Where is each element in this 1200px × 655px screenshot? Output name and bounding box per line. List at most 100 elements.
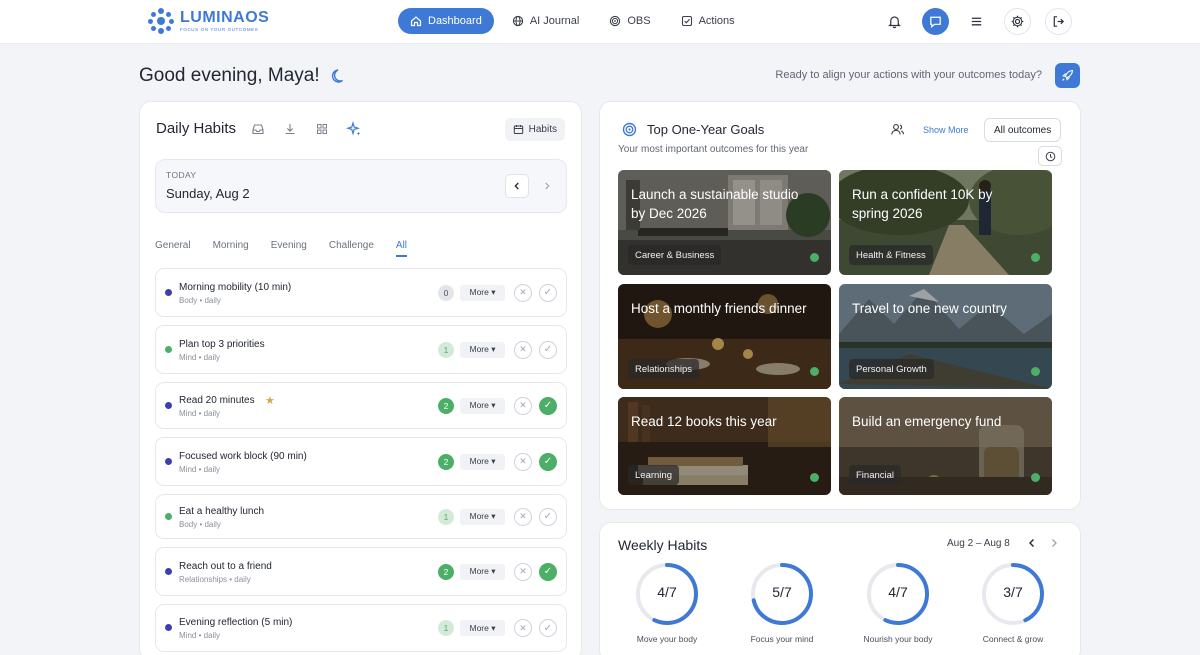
skip-habit-button[interactable]: ✕ — [514, 507, 532, 526]
skip-habit-button[interactable]: ✕ — [514, 396, 532, 415]
inbox-icon[interactable] — [250, 121, 266, 137]
menu-button[interactable] — [963, 8, 990, 35]
complete-habit-button[interactable]: ✓ — [539, 396, 557, 415]
habit-category-dot — [165, 401, 172, 409]
habit-title: Eat a healthy lunch — [179, 506, 265, 517]
ring-value: 4/7 — [888, 584, 908, 600]
skip-habit-button[interactable]: ✕ — [514, 283, 532, 302]
habit-row[interactable]: Focused work block (90 min) Mind • daily 2… — [155, 437, 567, 486]
habit-more-button[interactable]: More ▾ — [460, 397, 505, 414]
week-range: Aug 2 – Aug 8 — [947, 538, 1010, 549]
habit-more-button[interactable]: More ▾ — [460, 453, 505, 470]
habit-row[interactable]: Morning mobility (10 min) Body • daily 0 Mo… — [155, 268, 567, 317]
habit-row[interactable]: Reach out to a friend Relationships • dai… — [155, 547, 567, 596]
people-icon[interactable] — [890, 122, 905, 142]
habit-more-button[interactable]: More ▾ — [460, 341, 505, 358]
skip-habit-button[interactable]: ✕ — [514, 452, 532, 471]
habit-more-button[interactable]: More ▾ — [460, 620, 505, 636]
brand-logo[interactable]: LUMINAOS FOCUS ON YOUR OUTCOMES — [148, 8, 269, 34]
goal-card[interactable]: Read 12 books this year Learning — [618, 397, 831, 495]
habit-category-dot — [165, 512, 172, 520]
ring-value: 3/7 — [1003, 584, 1023, 600]
star-icon[interactable]: ★ — [265, 394, 275, 407]
habit-row[interactable]: Evening reflection (5 min) Mind • daily 1 M… — [155, 604, 567, 652]
weekly-habit-ring: 4/7 Move your body — [617, 561, 717, 644]
habit-list: Morning mobility (10 min) Body • daily 0 Mo… — [155, 268, 567, 652]
goal-card[interactable]: Run a confident 10K by spring 2026 Health… — [839, 170, 1052, 275]
close-icon: ✕ — [519, 622, 527, 633]
sparkles-icon[interactable] — [346, 120, 362, 137]
nav-obs[interactable]: OBS — [597, 8, 662, 34]
skip-habit-button[interactable]: ✕ — [514, 340, 532, 359]
habit-meta: Mind • daily — [179, 631, 221, 640]
nav-ai-journal-label: AI Journal — [529, 15, 580, 27]
habit-row[interactable]: Read 20 minutes ★ Mind • daily 2 More ▾ ✕ ✓ — [155, 382, 567, 429]
skip-habit-button[interactable]: ✕ — [514, 562, 532, 581]
weekly-habit-ring: 3/7 Connect & grow — [963, 561, 1063, 644]
all-outcomes-button[interactable]: All outcomes — [984, 118, 1062, 142]
check-icon: ✓ — [543, 456, 553, 467]
greeting-title: Good evening, Maya! — [139, 65, 320, 86]
notifications-button[interactable] — [881, 8, 908, 35]
bell-icon — [888, 16, 901, 29]
habit-row[interactable]: Plan top 3 priorities Mind • daily 1 More ▾… — [155, 325, 567, 374]
chat-button[interactable] — [922, 8, 949, 35]
close-icon: ✕ — [519, 344, 527, 354]
nav-dashboard[interactable]: Dashboard — [398, 8, 494, 34]
habit-more-button[interactable]: More ▾ — [460, 563, 505, 580]
skip-habit-button[interactable]: ✕ — [514, 619, 532, 637]
check-icon: ✓ — [543, 400, 553, 411]
home-icon — [410, 16, 422, 27]
tab-evening[interactable]: Evening — [271, 240, 307, 257]
globe-icon — [512, 15, 523, 27]
greeting-prompt: Ready to align your actions with your ou… — [775, 69, 1042, 81]
habit-title: Read 20 minutes — [179, 395, 255, 406]
logout-button[interactable] — [1045, 8, 1072, 35]
brand-tagline: FOCUS ON YOUR OUTCOMES — [180, 26, 259, 32]
habit-meta: Mind • daily — [179, 465, 221, 474]
rocket-icon — [1062, 69, 1074, 81]
tab-all[interactable]: All — [395, 240, 408, 257]
complete-habit-button[interactable]: ✓ — [539, 619, 557, 637]
check-icon: ✓ — [543, 344, 553, 355]
previous-day-button[interactable] — [505, 174, 529, 198]
complete-habit-button[interactable]: ✓ — [539, 562, 557, 581]
habit-streak-count: 1 — [438, 341, 454, 358]
ring-label: Focus your mind — [750, 634, 814, 644]
habit-streak-count: 2 — [438, 397, 454, 414]
check-icon: ✓ — [543, 622, 553, 634]
complete-habit-button[interactable]: ✓ — [539, 452, 557, 471]
complete-habit-button[interactable]: ✓ — [539, 283, 557, 302]
goal-card[interactable]: Travel to one new country Personal Growth — [839, 284, 1052, 389]
tab-general[interactable]: General — [155, 240, 191, 257]
download-icon[interactable] — [282, 121, 298, 137]
chevron-left-icon — [514, 182, 519, 190]
complete-habit-button[interactable]: ✓ — [539, 340, 557, 359]
habit-more-button[interactable]: More ▾ — [460, 508, 505, 525]
previous-week-button[interactable] — [1026, 536, 1038, 554]
tab-challenge[interactable]: Challenge — [329, 240, 374, 257]
show-more-link[interactable]: Show More — [923, 125, 969, 135]
habit-more-button[interactable]: More ▾ — [460, 284, 505, 301]
habit-meta: Mind • daily — [179, 409, 221, 418]
habits-button[interactable]: Habits — [504, 118, 565, 141]
goal-category-tag: Learning — [628, 465, 679, 485]
grid-icon[interactable] — [314, 121, 330, 137]
goal-card[interactable]: Launch a sustainable studio by Dec 2026 C… — [618, 170, 831, 275]
habit-title: Evening reflection (5 min) — [179, 617, 293, 628]
habit-row[interactable]: Eat a healthy lunch Body • daily 1 More ▾ ✕ ✓ — [155, 494, 567, 539]
settings-button[interactable] — [1004, 8, 1031, 35]
goal-card[interactable]: Host a monthly friends dinner Relationshi… — [618, 284, 831, 389]
nav-ai-journal[interactable]: AI Journal — [500, 8, 592, 34]
info-button[interactable] — [1038, 146, 1062, 166]
nav-actions[interactable]: Actions — [669, 8, 747, 34]
next-week-button[interactable] — [1048, 536, 1060, 554]
brand-name: LUMINAOS — [180, 8, 270, 26]
complete-habit-button[interactable]: ✓ — [539, 507, 557, 526]
goal-card[interactable]: Build an emergency fund Financial — [839, 397, 1052, 495]
clock-icon — [1045, 151, 1055, 161]
date-label: TODAY — [166, 170, 197, 180]
next-day-button[interactable] — [535, 174, 559, 198]
tab-morning[interactable]: Morning — [213, 240, 249, 257]
launch-button[interactable] — [1055, 63, 1080, 88]
